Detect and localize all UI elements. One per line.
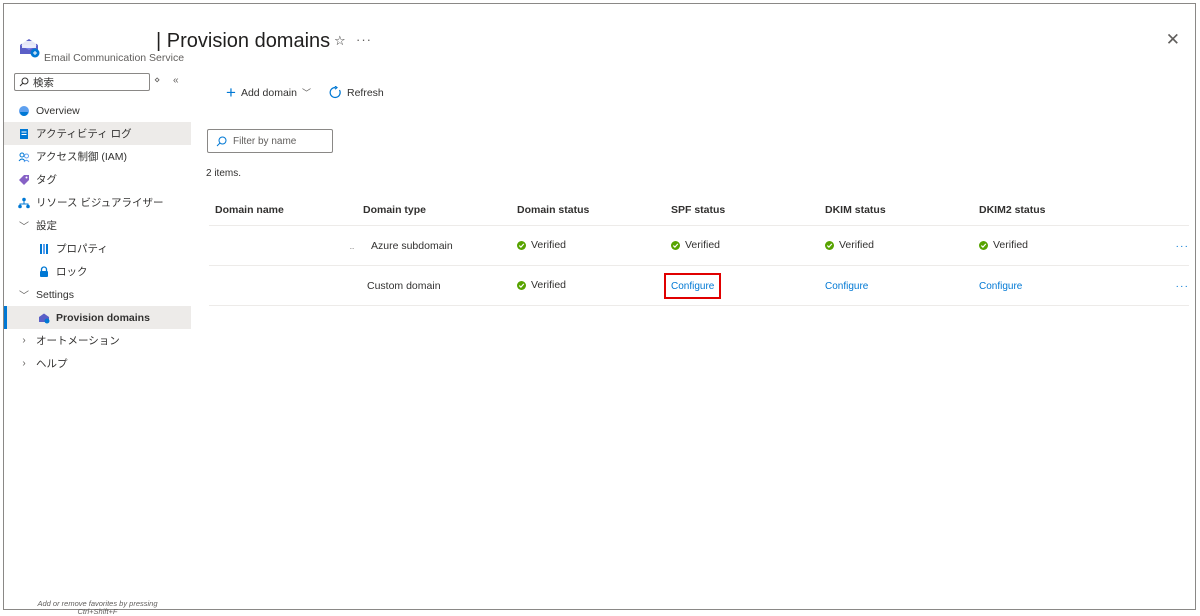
spf-configure-link[interactable]: Configure xyxy=(671,281,714,292)
dkim-configure-link[interactable]: Configure xyxy=(825,281,868,292)
chevron-down-icon: ﹀ xyxy=(19,291,29,302)
more-actions-icon[interactable]: ··· xyxy=(356,32,372,47)
column-header-domain-status[interactable]: Domain status xyxy=(517,204,671,216)
menu-group-settings[interactable]: ﹀ Settings xyxy=(4,283,191,306)
provision-domains-icon xyxy=(38,312,50,324)
check-circle-icon xyxy=(517,240,526,250)
row-more-actions-icon[interactable]: ··· xyxy=(1133,240,1189,252)
domain-status-verified: Verified xyxy=(517,279,566,291)
domains-grid: Domain name Domain type Domain status SP… xyxy=(209,194,1189,306)
spf-status-verified: Verified xyxy=(671,239,720,251)
page-title: | Provision domains xyxy=(156,30,331,52)
dkim2-status-verified: Verified xyxy=(979,239,1028,251)
tag-icon xyxy=(18,174,30,186)
favorite-star-icon[interactable]: ☆ xyxy=(334,33,346,49)
portal-window: | Provision domains Email Communication … xyxy=(3,3,1196,616)
plus-icon: + xyxy=(226,82,236,102)
resource-visualizer-icon xyxy=(18,197,30,209)
check-circle-icon xyxy=(517,280,526,290)
chevron-down-icon: ﹀ xyxy=(19,222,29,233)
iam-icon xyxy=(18,151,30,163)
items-count: 2 items. xyxy=(206,168,242,179)
properties-icon xyxy=(38,243,50,255)
menu-item-tags[interactable]: タグ xyxy=(4,168,191,191)
menu-nav: Overview アクティビティ ログ アクセス制御 (IAM) タグ リソース… xyxy=(4,99,191,375)
close-icon[interactable]: ✕ xyxy=(1166,30,1180,50)
activity-log-icon xyxy=(18,128,30,140)
domain-status-verified: Verified xyxy=(517,239,566,251)
menu-item-resource-visualizer[interactable]: リソース ビジュアライザー xyxy=(4,191,191,214)
favorites-hint: Add or remove favorites by pressing Ctrl… xyxy=(37,599,158,616)
menu-item-locks[interactable]: ロック xyxy=(4,260,191,283)
column-header-domain-type[interactable]: Domain type xyxy=(363,204,517,216)
column-header-dkim-status[interactable]: DKIM status xyxy=(825,204,979,216)
table-row[interactable]: Custom domain Verified Configure Configu… xyxy=(209,266,1189,306)
collapse-menu-icon[interactable]: « xyxy=(173,75,179,86)
column-header-domain-name[interactable]: Domain name xyxy=(209,204,363,216)
search-icon xyxy=(216,136,227,146)
refresh-button[interactable]: Refresh xyxy=(329,86,384,99)
check-circle-icon xyxy=(671,240,680,250)
expand-icon[interactable]: .. xyxy=(347,242,357,251)
menu-group-settings-jp[interactable]: ﹀ 設定 xyxy=(4,214,191,237)
menu-item-activity-log[interactable]: アクティビティ ログ xyxy=(4,122,191,145)
chevron-right-icon: › xyxy=(22,335,26,346)
menu-group-automation[interactable]: › オートメーション xyxy=(4,329,191,352)
resource-menu: 検索 ⋄ « Overview アクティビティ ログ アクセス制御 (IAM) … xyxy=(4,71,191,616)
menu-tools: ⋄ « xyxy=(154,75,189,86)
refresh-icon xyxy=(329,86,341,99)
add-domain-button[interactable]: + Add domain ﹀ xyxy=(226,82,311,102)
menu-item-properties[interactable]: プロパティ xyxy=(4,237,191,260)
menu-item-provision-domains[interactable]: Provision domains xyxy=(4,306,191,329)
chevron-down-icon: ﹀ xyxy=(301,88,311,98)
command-bar: + Add domain ﹀ Refresh xyxy=(226,82,384,102)
spf-configure-highlight: Configure xyxy=(664,272,722,299)
filter-by-name-input[interactable] xyxy=(207,129,333,153)
filter-text-field[interactable] xyxy=(233,135,329,147)
menu-group-help[interactable]: › ヘルプ xyxy=(4,352,191,375)
grid-header: Domain name Domain type Domain status SP… xyxy=(209,194,1189,226)
search-icon xyxy=(19,77,29,87)
pin-icon[interactable]: ⋄ xyxy=(154,75,160,86)
chevron-right-icon: › xyxy=(22,358,26,369)
domain-type-cell: Custom domain xyxy=(367,279,441,292)
table-row[interactable]: .. Azure subdomain Verified Verified Veri… xyxy=(209,226,1189,266)
check-circle-icon xyxy=(825,240,834,250)
column-header-spf-status[interactable]: SPF status xyxy=(671,204,825,216)
dkim-status-verified: Verified xyxy=(825,239,874,251)
overview-icon xyxy=(18,105,30,117)
check-circle-icon xyxy=(979,240,988,250)
lock-icon xyxy=(38,265,50,278)
domain-type-cell: .. Azure subdomain xyxy=(350,240,517,252)
menu-item-overview[interactable]: Overview xyxy=(4,99,191,122)
column-header-dkim2-status[interactable]: DKIM2 status xyxy=(979,204,1133,216)
email-communication-service-icon xyxy=(20,39,40,58)
row-more-actions-icon[interactable]: ··· xyxy=(1133,280,1189,292)
dkim2-configure-link[interactable]: Configure xyxy=(979,281,1022,292)
menu-item-iam[interactable]: アクセス制御 (IAM) xyxy=(4,145,191,168)
menu-search-input[interactable]: 検索 xyxy=(14,73,150,91)
service-type-label: Email Communication Service xyxy=(44,52,185,64)
blade-header: | Provision domains Email Communication … xyxy=(4,4,1195,74)
menu-search-placeholder: 検索 xyxy=(33,76,54,89)
